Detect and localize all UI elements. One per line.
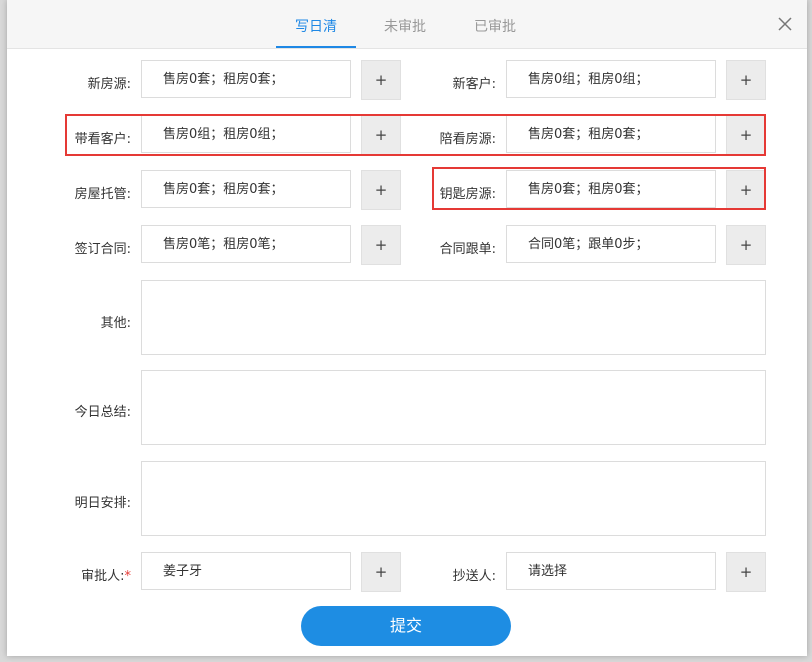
tab-write-daily[interactable]: 写日清	[276, 0, 356, 48]
plan-textarea[interactable]	[141, 461, 766, 536]
property-custody-label: 房屋托管:	[74, 187, 131, 202]
daily-report-dialog: 写日清 未审批 已审批 新房源: 售房0套；租房0套； + 新客户: 售房0组；…	[7, 0, 807, 656]
contract-followup-field[interactable]: 合同0笔；跟单0步；	[506, 225, 716, 263]
new-customers-add-button[interactable]: +	[726, 60, 766, 100]
other-textarea[interactable]	[141, 280, 766, 355]
new-listings-add-button[interactable]: +	[361, 60, 401, 100]
contract-followup-add-button[interactable]: +	[726, 225, 766, 265]
key-listings-field[interactable]: 售房0套；租房0套；	[506, 170, 716, 208]
tab-pending-approval[interactable]: 未审批	[365, 0, 445, 48]
required-mark: *	[124, 569, 132, 584]
contracts-label: 签订合同:	[74, 242, 131, 257]
property-custody-field[interactable]: 售房0套；租房0套；	[141, 170, 351, 208]
new-customers-field[interactable]: 售房0组；租房0组；	[506, 60, 716, 98]
showing-customers-field[interactable]: 售房0组；租房0组；	[141, 115, 351, 153]
contract-followup-label: 合同跟单:	[439, 242, 496, 257]
plan-label: 明日安排:	[74, 496, 131, 511]
summary-textarea[interactable]	[141, 370, 766, 445]
other-label: 其他:	[100, 316, 131, 331]
tab-approved[interactable]: 已审批	[455, 0, 535, 48]
approver-field[interactable]: 姜子牙	[141, 552, 351, 590]
approver-label: 审批人:*	[81, 565, 131, 584]
new-listings-field[interactable]: 售房0套；租房0套；	[141, 60, 351, 98]
showing-customers-add-button[interactable]: +	[361, 115, 401, 155]
showing-customers-label: 带看客户:	[74, 132, 131, 147]
contracts-field[interactable]: 售房0笔；租房0笔；	[141, 225, 351, 263]
tab-bar: 写日清 未审批 已审批	[7, 0, 807, 49]
showing-listings-label: 陪看房源:	[439, 132, 496, 147]
showing-listings-field[interactable]: 售房0套；租房0套；	[506, 115, 716, 153]
contracts-add-button[interactable]: +	[361, 225, 401, 265]
close-icon[interactable]	[777, 16, 793, 32]
new-customers-label: 新客户:	[452, 77, 496, 92]
key-listings-add-button[interactable]: +	[726, 170, 766, 210]
key-listings-label: 钥匙房源:	[439, 187, 496, 202]
cc-field[interactable]: 请选择	[506, 552, 716, 590]
submit-button[interactable]: 提交	[301, 606, 511, 646]
cc-label: 抄送人:	[452, 569, 496, 584]
property-custody-add-button[interactable]: +	[361, 170, 401, 210]
cc-add-button[interactable]: +	[726, 552, 766, 592]
new-listings-label: 新房源:	[87, 77, 131, 92]
showing-listings-add-button[interactable]: +	[726, 115, 766, 155]
approver-add-button[interactable]: +	[361, 552, 401, 592]
summary-label: 今日总结:	[74, 405, 131, 420]
approver-label-text: 审批人:	[81, 569, 125, 584]
